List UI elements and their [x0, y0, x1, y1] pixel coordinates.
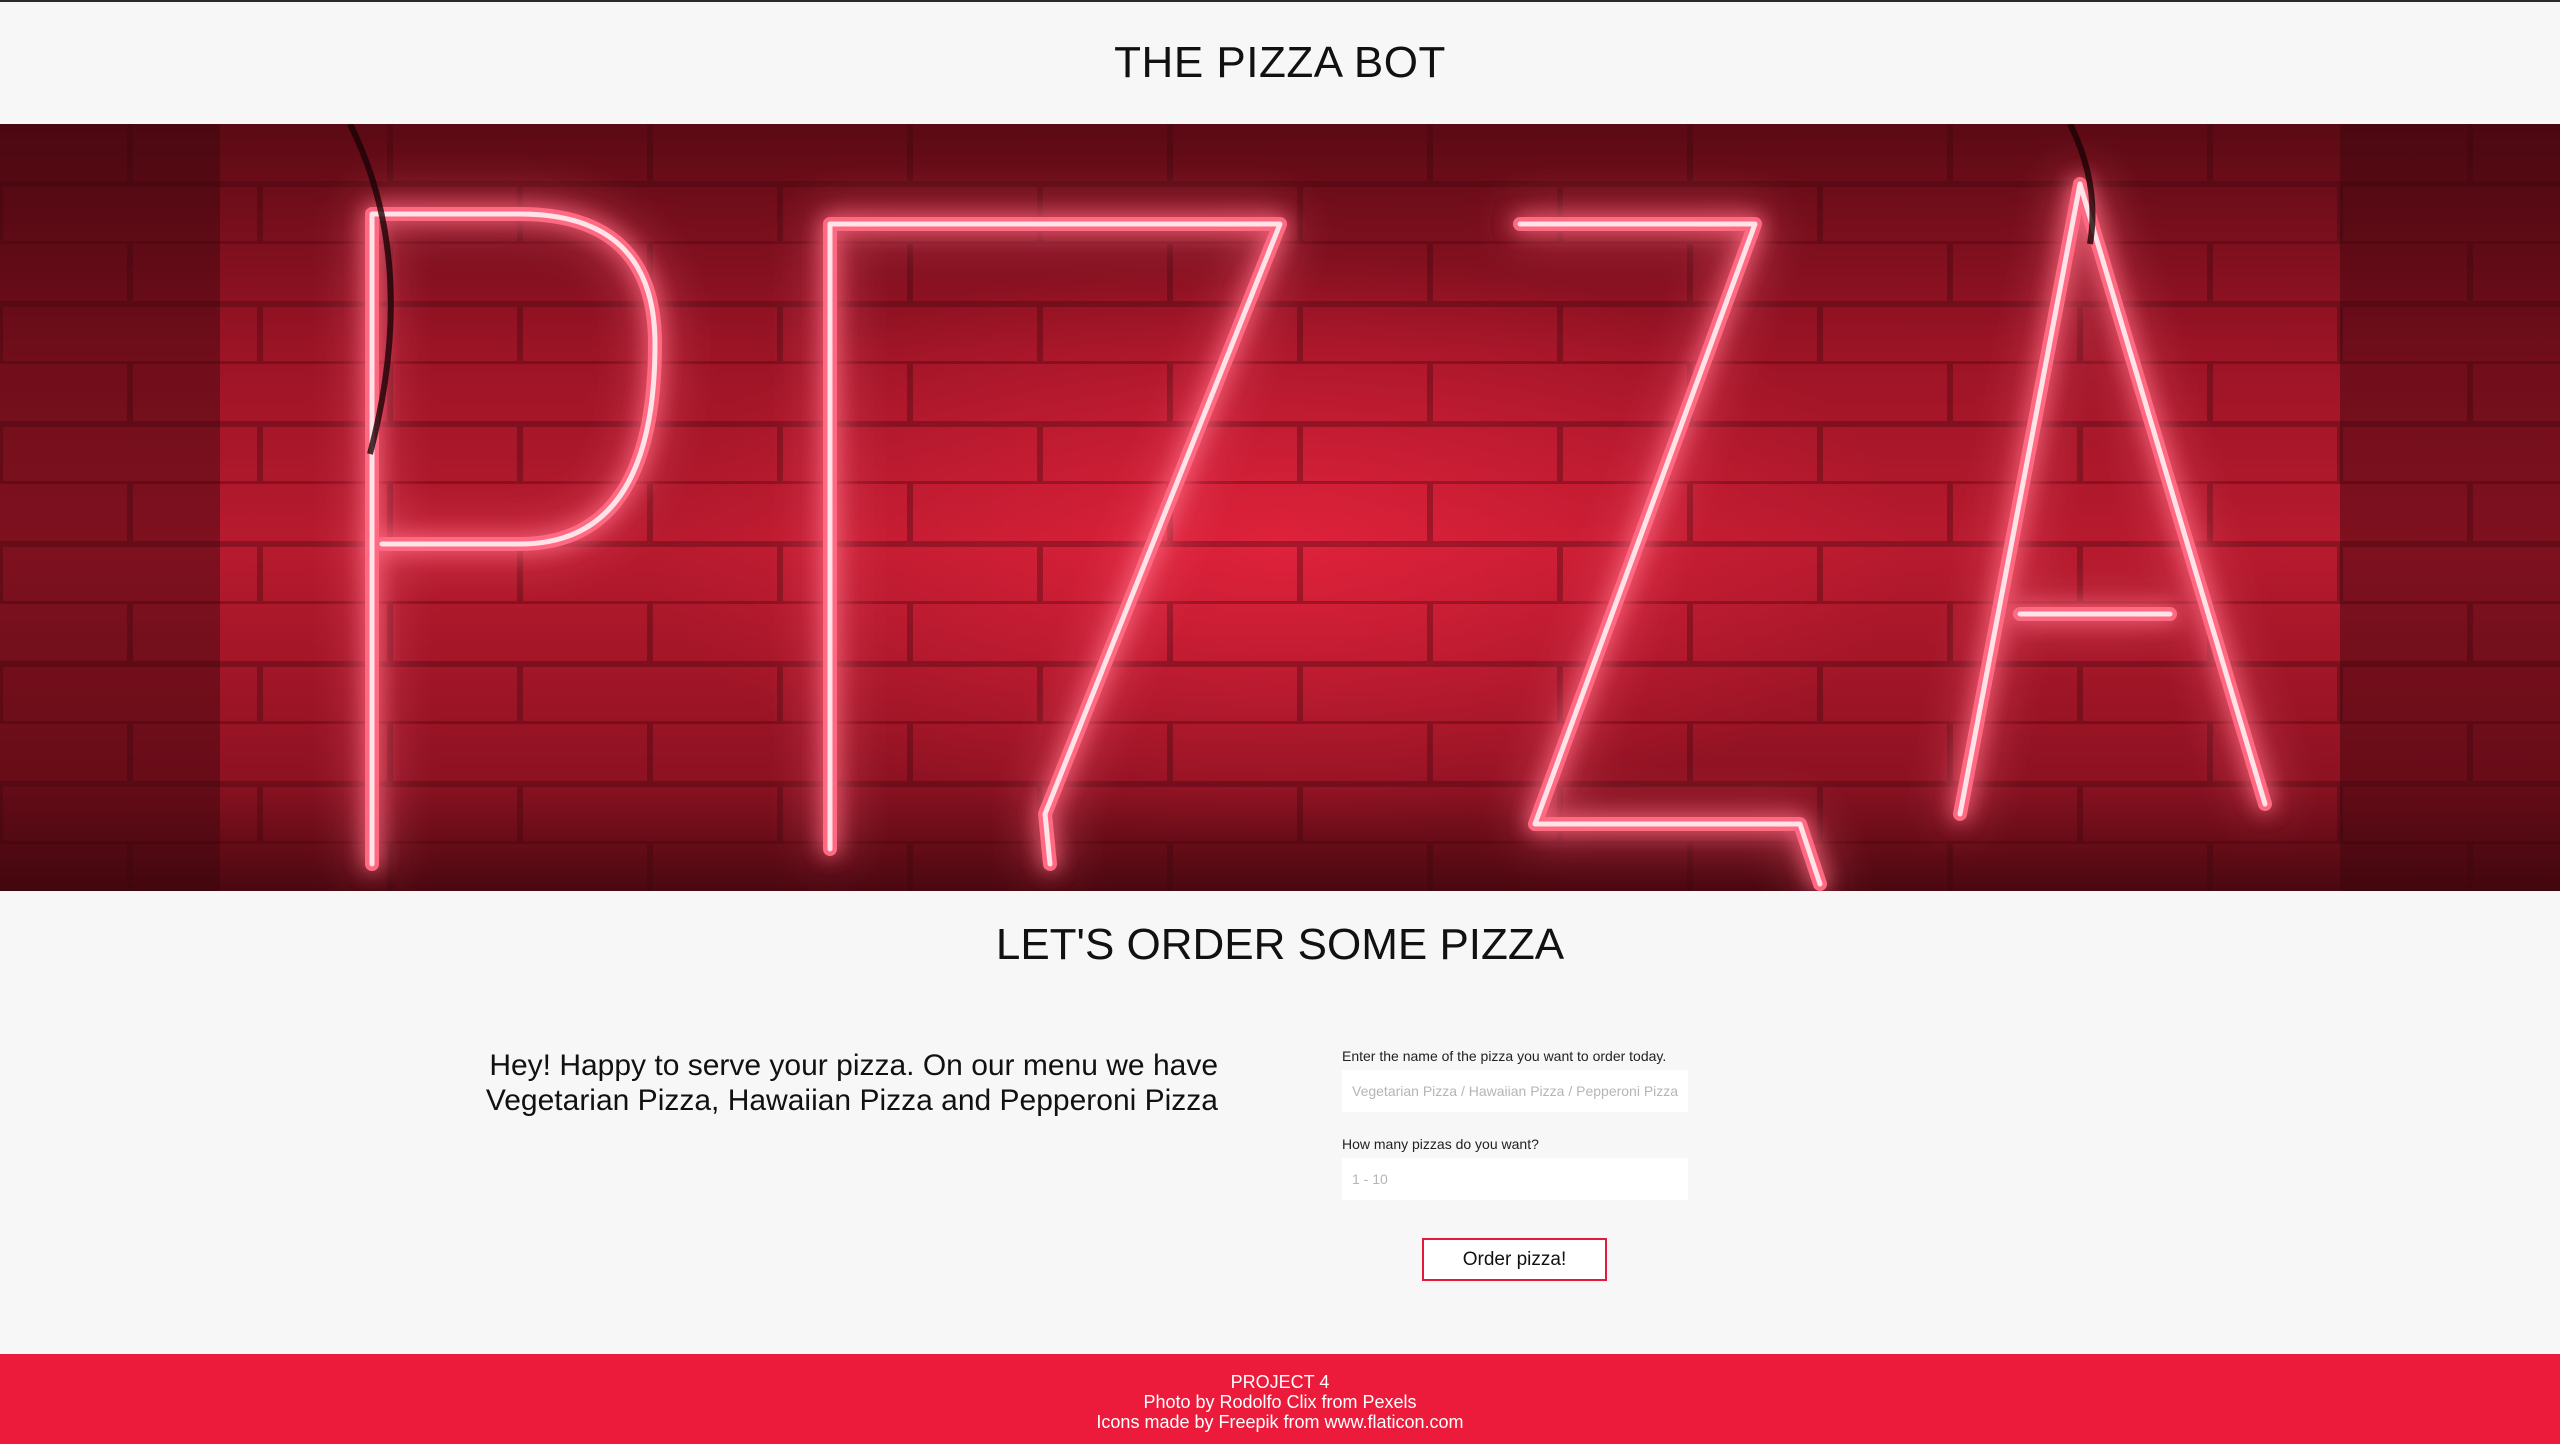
site-title: THE PIZZA BOT: [1114, 38, 1446, 87]
footer-project: PROJECT 4: [1230, 1372, 1330, 1392]
quantity-input[interactable]: [1342, 1158, 1688, 1200]
order-form: Enter the name of the pizza you want to …: [1342, 1048, 1688, 1224]
footer-icon-credit: Icons made by Freepik from www.flaticon.…: [1096, 1412, 1464, 1432]
pizza-name-label: Enter the name of the pizza you want to …: [1342, 1048, 1667, 1064]
order-pizza-button[interactable]: Order pizza!: [1422, 1238, 1607, 1281]
pizza-field-group: Enter the name of the pizza you want to …: [1342, 1048, 1688, 1112]
footer-photo-credit: Photo by Rodolfo Clix from Pexels: [1143, 1392, 1417, 1412]
intro-text: Hey! Happy to serve your pizza. On our m…: [485, 1049, 1218, 1117]
quantity-label: How many pizzas do you want?: [1342, 1136, 1539, 1152]
quantity-field-group: How many pizzas do you want?: [1342, 1136, 1688, 1200]
hero-image: [0, 124, 2560, 891]
site-header: THE PIZZA BOT: [0, 2, 2560, 124]
site-footer: PROJECT 4 Photo by Rodolfo Clix from Pex…: [0, 1354, 2560, 1444]
neon-pizza-sign-image: [0, 124, 2560, 891]
pizza-name-input[interactable]: [1342, 1070, 1688, 1112]
section-title: LET'S ORDER SOME PIZZA: [995, 920, 1565, 969]
